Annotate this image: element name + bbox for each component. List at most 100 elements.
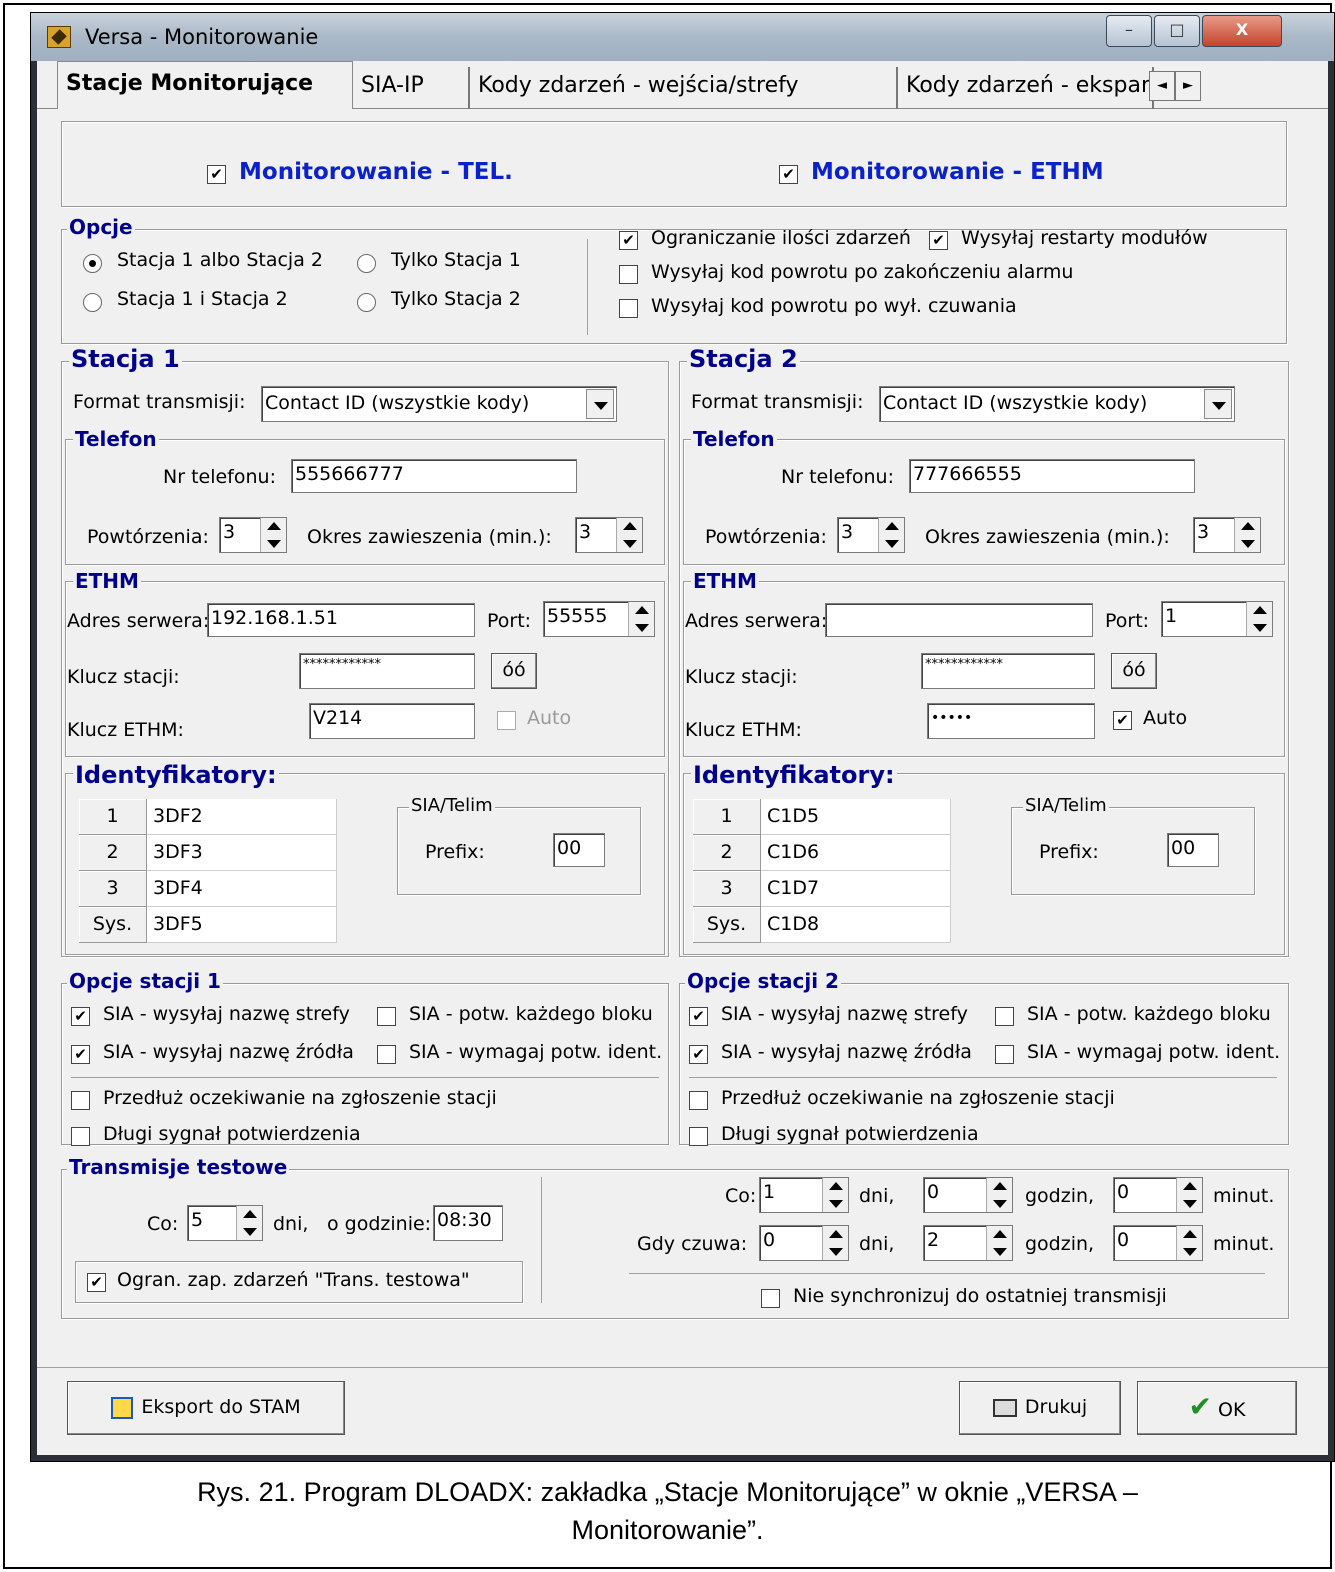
station2-phone-label: Nr telefonu: <box>781 466 894 488</box>
s2-sia-ack-block-checkbox[interactable] <box>995 1007 1014 1026</box>
station1-repeats-stepper[interactable]: 3 <box>219 517 287 553</box>
station2-suspend-stepper[interactable]: 3 <box>1193 517 1261 553</box>
test-nosync-checkbox[interactable] <box>761 1289 780 1308</box>
return-after-disarm-checkbox[interactable] <box>619 299 638 318</box>
station2-id-value[interactable]: C1D8 <box>761 907 951 943</box>
station1-port-stepper[interactable]: 55555 <box>543 601 655 637</box>
station2-id-value[interactable]: C1D5 <box>761 799 951 835</box>
send-restarts-checkbox[interactable]: ✔ <box>929 231 948 250</box>
monitoring-ethm-checkbox[interactable]: ✔ <box>779 165 798 184</box>
s1-sia-source-name-checkbox[interactable]: ✔ <box>71 1045 90 1064</box>
spin-arrows-icon[interactable] <box>822 1226 848 1260</box>
s2-long-ack-checkbox[interactable] <box>689 1127 708 1146</box>
maximize-button[interactable]: □ <box>1154 15 1200 47</box>
spin-arrows-icon[interactable] <box>1176 1178 1202 1212</box>
station2-server-input[interactable] <box>825 603 1093 637</box>
station1-key-input[interactable]: ************ <box>299 653 475 689</box>
station2-format-select[interactable]: Contact ID (wszystkie kody) <box>879 386 1235 422</box>
station2-id-value[interactable]: C1D6 <box>761 835 951 871</box>
test-nosync-label: Nie synchronizuj do ostatniej transmisji <box>793 1285 1167 1307</box>
radio-stacja1-i-2[interactable] <box>83 293 102 312</box>
monitoring-tel-label: Monitorowanie - TEL. <box>239 159 513 185</box>
s1-extend-wait-checkbox[interactable] <box>71 1091 90 1110</box>
station1-phone-input[interactable]: 555666777 <box>291 459 577 493</box>
tab-stacje-monitorujace[interactable]: Stacje Monitorujące <box>57 61 353 109</box>
eye-icon[interactable]: óó <box>491 653 537 689</box>
test-co-stepper[interactable]: 5 <box>187 1205 263 1241</box>
s1-long-ack-checkbox[interactable] <box>71 1127 90 1146</box>
station2-format-value: Contact ID (wszystkie kody) <box>883 392 1148 414</box>
test-limit-checkbox[interactable]: ✔ <box>87 1273 106 1292</box>
test-r-co-min-stepper[interactable]: 0 <box>1113 1177 1203 1213</box>
s1-sia-ack-block-checkbox[interactable] <box>377 1007 396 1026</box>
close-button[interactable]: X <box>1202 15 1282 47</box>
spin-arrows-icon[interactable] <box>628 602 654 636</box>
ok-button[interactable]: ✔ OK <box>1137 1381 1297 1435</box>
station1-auto-label: Auto <box>527 707 572 729</box>
spin-arrows-icon[interactable] <box>1246 602 1272 636</box>
chevron-down-icon[interactable] <box>1204 389 1232 419</box>
s1-long-ack-label: Długi sygnał potwierdzenia <box>103 1123 361 1145</box>
print-button[interactable]: Drukuj <box>959 1381 1121 1435</box>
station2-port-stepper[interactable]: 1 <box>1161 601 1273 637</box>
radio-stacja1-albo-2[interactable] <box>83 254 102 273</box>
station1-format-select[interactable]: Contact ID (wszystkie kody) <box>261 386 617 422</box>
tab-scroll-left-icon[interactable]: ◄ <box>1149 71 1175 101</box>
station2-auto-checkbox[interactable]: ✔ <box>1113 711 1132 730</box>
station1-key-label: Klucz stacji: <box>67 666 180 688</box>
station1-server-input[interactable]: 192.168.1.51 <box>207 603 475 637</box>
station1-title: Stacja 1 <box>69 345 182 373</box>
s2-sia-source-name-checkbox[interactable]: ✔ <box>689 1045 708 1064</box>
eye-icon[interactable]: óó <box>1111 653 1157 689</box>
station1-auto-checkbox <box>497 711 516 730</box>
minimize-button[interactable]: – <box>1106 15 1152 47</box>
test-r-co-days-stepper[interactable]: 1 <box>759 1177 849 1213</box>
test-r-co-hours-stepper[interactable]: 0 <box>923 1177 1013 1213</box>
tab-kody-wejscia[interactable]: Kody zdarzeń - wejścia/strefy <box>470 67 898 109</box>
test-r-arm-days-stepper[interactable]: 0 <box>759 1225 849 1261</box>
station1-id-value[interactable]: 3DF3 <box>147 835 337 871</box>
spin-arrows-icon[interactable] <box>1234 518 1260 552</box>
station2-prefix-input[interactable]: 00 <box>1167 833 1219 867</box>
station2-repeats-stepper[interactable]: 3 <box>837 517 905 553</box>
spin-arrows-icon[interactable] <box>1176 1226 1202 1260</box>
tab-kody-ekspandery[interactable]: Kody zdarzeń - ekspan <box>898 67 1154 109</box>
station2-id-value[interactable]: C1D7 <box>761 871 951 907</box>
spin-arrows-icon[interactable] <box>822 1178 848 1212</box>
spin-arrows-icon[interactable] <box>986 1178 1012 1212</box>
s1-sia-require-ident-checkbox[interactable] <box>377 1045 396 1064</box>
test-r-arm-hours-stepper[interactable]: 2 <box>923 1225 1013 1261</box>
station2-phone-input[interactable]: 777666555 <box>909 459 1195 493</box>
station1-id-value[interactable]: 3DF5 <box>147 907 337 943</box>
station1-id-value[interactable]: 3DF4 <box>147 871 337 907</box>
tab-sia-ip[interactable]: SIA-IP <box>353 67 470 109</box>
station1-prefix-input[interactable]: 00 <box>553 833 605 867</box>
radio-tylko-stacja2[interactable] <box>357 293 376 312</box>
station2-ethm-key-input[interactable]: ••••• <box>927 703 1095 739</box>
spin-arrows-icon[interactable] <box>260 518 286 552</box>
test-hour-input[interactable]: 08:30 <box>433 1205 503 1241</box>
spin-arrows-icon[interactable] <box>236 1206 262 1240</box>
chevron-down-icon[interactable] <box>586 389 614 419</box>
test-r-arm-min-stepper[interactable]: 0 <box>1113 1225 1203 1261</box>
spin-arrows-icon[interactable] <box>986 1226 1012 1260</box>
spin-arrows-icon[interactable] <box>616 518 642 552</box>
tab-scroll-right-icon[interactable]: ► <box>1175 71 1201 101</box>
monitoring-tel-checkbox[interactable]: ✔ <box>207 165 226 184</box>
limit-events-checkbox[interactable]: ✔ <box>619 231 638 250</box>
station1-id-value[interactable]: 3DF2 <box>147 799 337 835</box>
station1-ethm-key-input[interactable]: V214 <box>309 703 475 739</box>
s2-sia-zone-name-checkbox[interactable]: ✔ <box>689 1007 708 1026</box>
spin-arrows-icon[interactable] <box>878 518 904 552</box>
s2-sia-require-ident-checkbox[interactable] <box>995 1045 1014 1064</box>
test-co-value: 5 <box>191 1209 204 1231</box>
station2-key-input[interactable]: ************ <box>921 653 1095 689</box>
radio-tylko-stacja1[interactable] <box>357 254 376 273</box>
return-after-alarm-checkbox[interactable] <box>619 265 638 284</box>
s1-sia-zone-name-checkbox[interactable]: ✔ <box>71 1007 90 1026</box>
return-after-disarm-label: Wysyłaj kod powrotu po wył. czuwania <box>651 295 1017 317</box>
station1-suspend-stepper[interactable]: 3 <box>575 517 643 553</box>
s2-extend-wait-checkbox[interactable] <box>689 1091 708 1110</box>
export-stam-button[interactable]: Eksport do STAM <box>67 1381 345 1435</box>
station1-prefix-label: Prefix: <box>425 841 485 863</box>
